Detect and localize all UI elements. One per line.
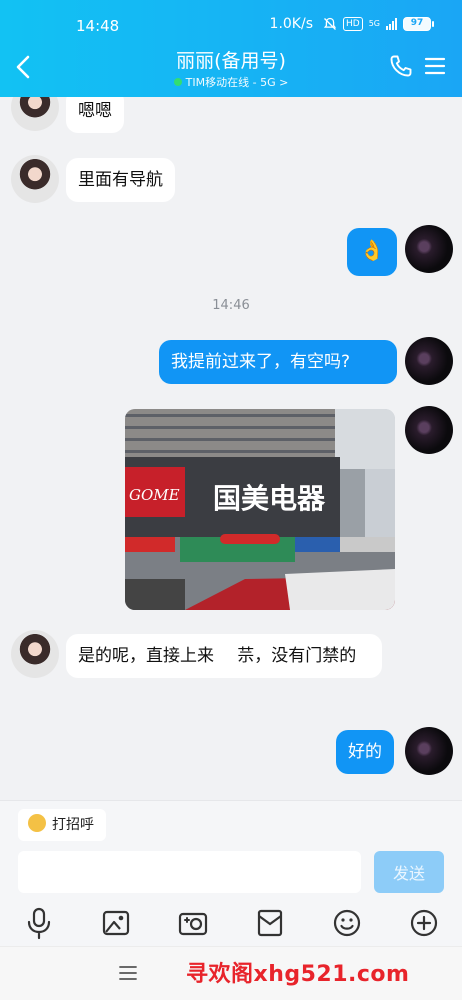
greet-label: 打招呼 [52,817,94,833]
incoming-message[interactable]: 里面有导航 [66,158,175,202]
outgoing-message[interactable]: 我提前过来了，有空吗? [159,340,397,384]
send-button[interactable]: 发送 [374,851,444,893]
microphone-icon[interactable] [23,905,55,941]
contact-avatar[interactable] [11,97,59,131]
camera-icon[interactable] [177,905,209,941]
my-avatar[interactable] [405,337,453,385]
red-packet-icon[interactable] [254,905,286,941]
incoming-message[interactable]: 嗯嗯 [66,97,124,133]
status-bar: 14:48 1.0K/s HD 5G 97 [0,0,462,40]
message-timestamp: 14:46 [212,298,250,313]
wave-emoji-icon [28,814,46,832]
contact-avatar[interactable] [11,630,59,678]
input-toolbar [0,905,462,945]
network-speed: 1.0K/s [269,16,313,32]
phone-icon[interactable] [388,53,414,79]
network-type: 5G [369,20,380,28]
signal-icon [386,18,397,30]
status-time: 14:48 [76,17,120,35]
photo-sign-left: GOME [129,486,180,504]
chat-area[interactable]: 嗯嗯 里面有导航 👌 14:46 我提前过来了，有空吗? GOME 国美电器 是… [0,97,462,800]
top-bar: 14:48 1.0K/s HD 5G 97 丽丽(备用号) TIM移动在线 - … [0,0,462,97]
my-avatar[interactable] [405,727,453,775]
contact-avatar[interactable] [11,155,59,203]
storefront-image: GOME 国美电器 [125,409,395,610]
online-status-text: TIM移动在线 - 5G > [185,76,289,89]
input-panel: 打招呼 发送 寻欢阁xhg521.com [0,800,462,1000]
incoming-message[interactable]: 是的呢，直接上来 ⠀ 䒬，没有门禁的 [66,634,382,678]
photo-sign-main: 国美电器 [213,482,326,515]
status-right: 1.0K/s HD 5G 97 [270,16,434,32]
battery-level: 97 [403,17,431,31]
outgoing-message[interactable]: 👌 [347,228,397,276]
battery-icon: 97 [403,17,434,31]
network-type-label: 5G [368,19,380,28]
message-input[interactable] [18,851,361,893]
my-avatar[interactable] [405,225,453,273]
mute-bell-icon [323,17,337,30]
online-dot-icon [173,78,182,86]
watermark-text: 寻欢阁xhg521.com [186,962,410,987]
hd-badge: HD [343,17,363,31]
greet-button[interactable]: 打招呼 [18,809,106,841]
plus-icon[interactable] [408,905,440,941]
my-avatar[interactable] [405,406,453,454]
system-nav-bar: 寻欢阁xhg521.com [0,946,462,1000]
outgoing-message[interactable]: 好的 [336,730,394,774]
nav-menu-icon[interactable] [118,964,138,982]
menu-icon[interactable] [424,56,446,76]
shared-photo[interactable]: GOME 国美电器 [125,409,395,610]
emoji-icon[interactable] [331,905,363,941]
image-icon[interactable] [100,905,132,941]
